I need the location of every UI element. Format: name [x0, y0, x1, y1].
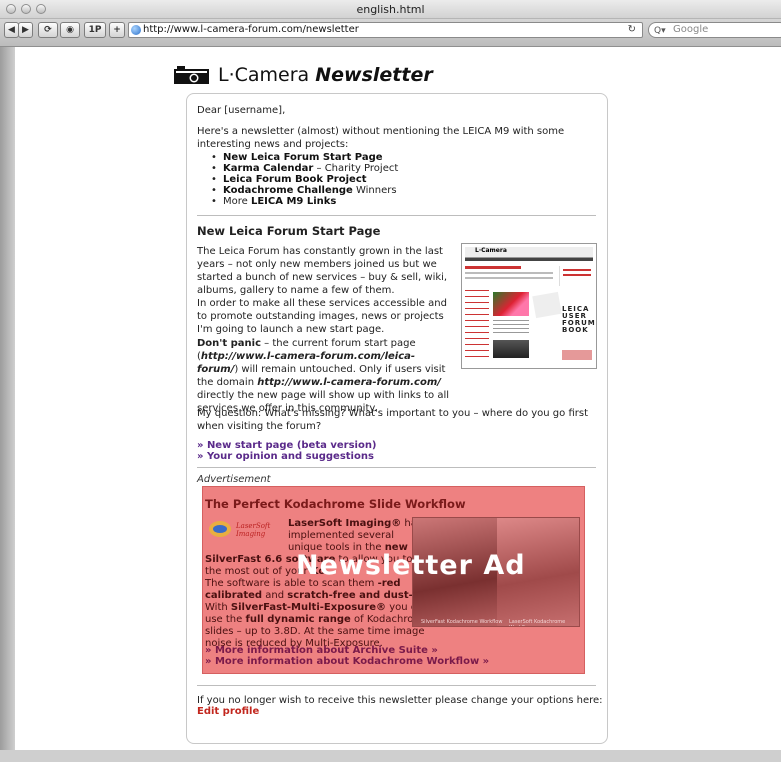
ad-img-caption-left: SilverFast Kodachrome Workflow — [421, 619, 503, 625]
ad-line: LaserSoft Imaging® has — [288, 518, 422, 529]
brand-newsletter: Newsletter — [315, 64, 433, 86]
search-icon: Q▾ — [654, 26, 666, 36]
thumb-book-text: LEICA USER FORUM BOOK — [562, 305, 596, 334]
edit-profile-link[interactable]: Edit profile — [197, 706, 259, 717]
start-page-thumbnail[interactable]: L·Camera LEICA USER FORUM BOOK — [461, 243, 597, 369]
svg-text:Imaging: Imaging — [235, 530, 266, 538]
ad-line: use the full dynamic range of Kodachrome — [205, 614, 430, 625]
greeting: Dear [username], — [197, 105, 286, 116]
intro-paragraph: Here's a newsletter (almost) without men… — [197, 126, 565, 150]
refresh-icon[interactable]: ↻ — [628, 23, 636, 37]
browser-toolbar: ◀ ▶ ⟳ ◉ 1P + http://www.l-camera-forum.c… — [0, 19, 781, 47]
svg-text:LaserSoft: LaserSoft — [235, 522, 271, 530]
search-input[interactable]: Q▾ Google — [648, 22, 781, 38]
paragraph-dont-panic: Don't panic – the current forum start pa… — [197, 338, 450, 414]
reload-icon-button[interactable]: ⟳ — [38, 22, 58, 38]
globe-icon — [131, 25, 141, 35]
ad-line: implemented several — [288, 530, 395, 541]
lasersoft-logo-icon: LaserSoft Imaging — [209, 521, 271, 538]
advertisement-label: Advertisement — [197, 474, 271, 485]
topic-item: New Leica Forum Start Page — [211, 152, 398, 163]
divider — [197, 467, 596, 468]
window-title: english.html — [356, 3, 425, 16]
newsletter-brand: L·Camera Newsletter — [218, 64, 433, 86]
topic-item: Kodachrome Challenge Winners — [211, 185, 398, 196]
add-bookmark-button[interactable]: + — [109, 22, 125, 38]
one-page-button[interactable]: 1P — [84, 22, 106, 38]
ad-line: slides – up to 3.8D. At the same time im… — [205, 626, 425, 637]
archive-suite-link[interactable]: » More information about Archive Suite » — [205, 645, 438, 656]
ad-title: The Perfect Kodachrome Slide Workflow — [205, 497, 466, 511]
address-url: http://www.l-camera-forum.com/newsletter — [143, 24, 359, 35]
section-title: New Leica Forum Start Page — [197, 224, 381, 238]
question-paragraph: My question: What's missing? What's impo… — [197, 408, 588, 432]
topic-item: Karma Calendar – Charity Project — [211, 163, 398, 174]
ad-line: With SilverFast-Multi-Exposure® you can — [205, 602, 429, 613]
thumb-flower-photo — [493, 292, 529, 316]
newsletter-ad-watermark: Newsletter Ad — [296, 550, 526, 581]
address-bar[interactable]: http://www.l-camera-forum.com/newsletter… — [128, 22, 643, 38]
brand-name: L·Camera — [218, 64, 316, 86]
paragraph-growth: The Leica Forum has constantly grown in … — [197, 246, 448, 296]
page-left-shadow — [0, 47, 15, 762]
forward-button[interactable]: ▶ — [18, 22, 33, 38]
ad-img-caption-right: LaserSoft Kodachrome Workflow — [509, 619, 566, 626]
status-strip — [0, 750, 781, 762]
divider — [197, 215, 596, 216]
topic-item: Leica Forum Book Project — [211, 174, 398, 185]
back-button[interactable]: ◀ — [4, 22, 19, 38]
topics-list: New Leica Forum Start Page Karma Calenda… — [211, 152, 398, 207]
ad-line: calibrated and scratch-free and dust-fre… — [205, 590, 440, 601]
search-placeholder: Google — [673, 24, 709, 35]
history-icon-button[interactable]: ◉ — [60, 22, 80, 38]
paragraph-launch: In order to make all these services acce… — [197, 298, 447, 335]
divider — [197, 685, 596, 686]
thumb-site-name: L·Camera — [475, 247, 507, 254]
camera-logo-icon — [174, 66, 209, 84]
kodachrome-workflow-link[interactable]: » More information about Kodachrome Work… — [205, 656, 489, 667]
thumb-header: L·Camera — [465, 247, 593, 258]
opinion-link[interactable]: » Your opinion and suggestions — [197, 450, 374, 463]
window-titlebar: english.html — [0, 0, 781, 19]
topic-item: More LEICA M9 Links — [211, 196, 398, 207]
thumb-camera-photo — [493, 340, 529, 358]
